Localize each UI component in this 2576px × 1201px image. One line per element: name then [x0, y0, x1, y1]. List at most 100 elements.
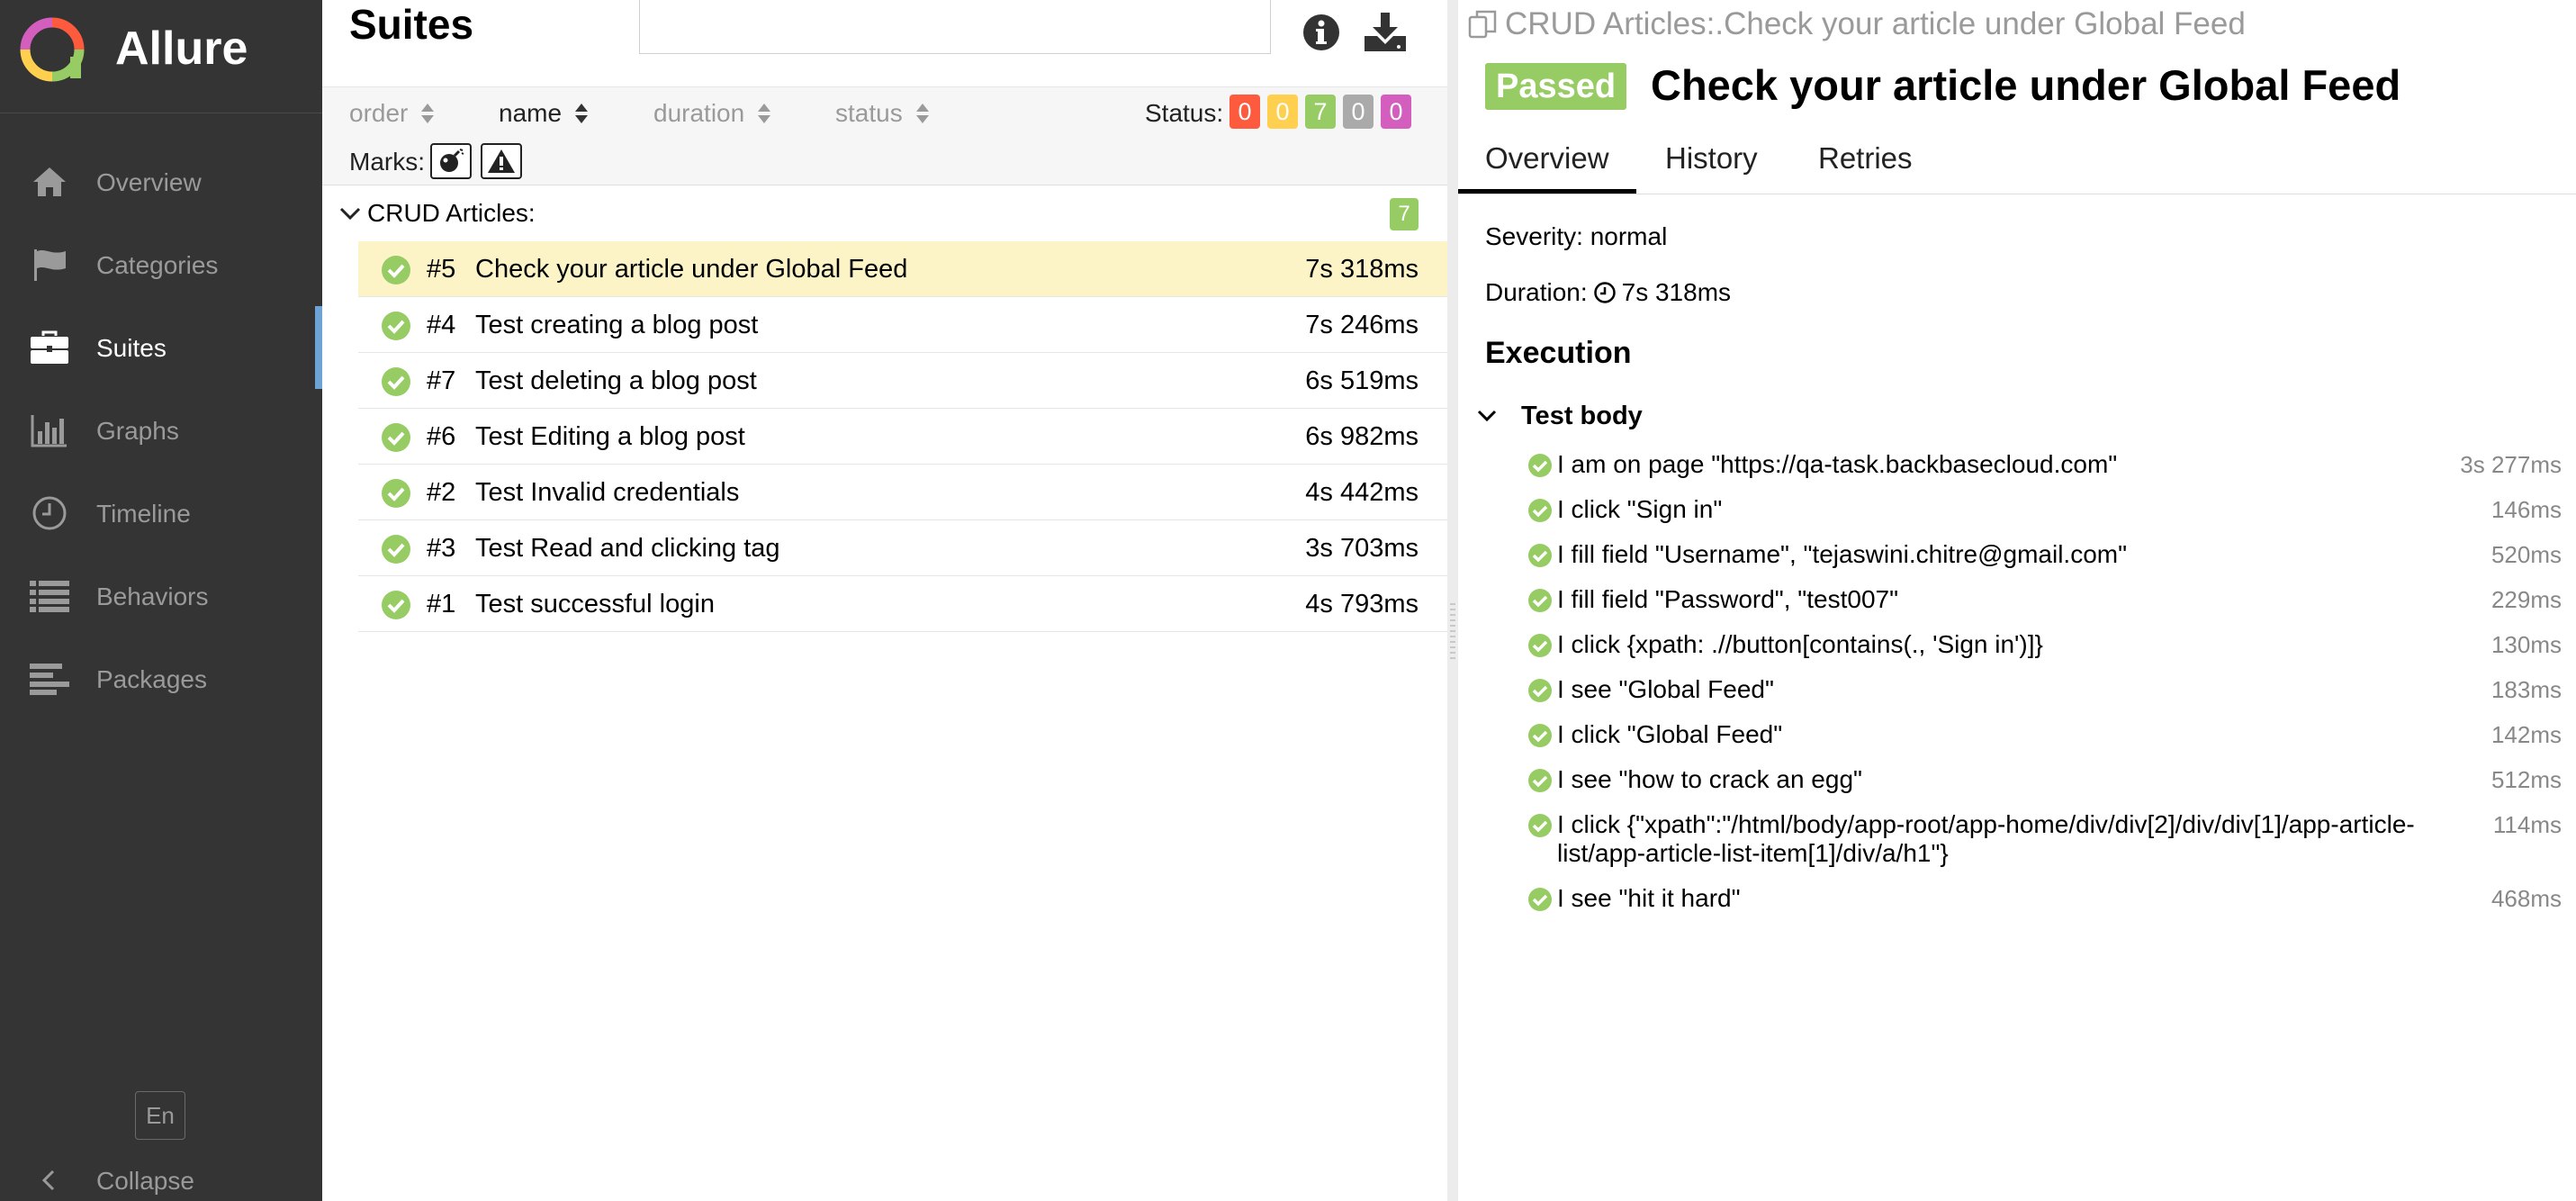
sort-icon: [915, 104, 929, 123]
test-row[interactable]: #2 Test Invalid credentials 4s 442ms: [358, 465, 1447, 520]
suites-pane: Suites order name duration status Status…: [322, 0, 1447, 1201]
step-duration: 114ms: [2492, 811, 2562, 838]
known-issue-mark-toggle[interactable]: [481, 143, 522, 179]
bar-chart-icon: [29, 410, 70, 451]
sidebar-item-graphs[interactable]: Graphs: [0, 389, 322, 472]
status-failed-toggle[interactable]: 0: [1229, 95, 1260, 129]
sidebar-item-behaviors[interactable]: Behaviors: [0, 555, 322, 637]
detail-tabs: Overview History Retries: [1458, 133, 2576, 194]
test-row[interactable]: #4 Test creating a blog post 7s 246ms: [358, 297, 1447, 353]
test-detail-pane: CRUD Articles:.Check your article under …: [1458, 0, 2576, 1201]
flaky-mark-toggle[interactable]: [430, 143, 472, 179]
step-row[interactable]: I see "Global Feed" 183ms: [1476, 675, 2576, 704]
sort-label: name: [499, 99, 563, 127]
step-row[interactable]: I fill field "Password", "test007" 229ms: [1476, 585, 2576, 614]
sidebar-item-timeline[interactable]: Timeline: [0, 472, 322, 555]
sort-label: order: [349, 99, 409, 127]
sort-duration[interactable]: duration: [653, 98, 771, 129]
step-duration: 468ms: [2490, 885, 2562, 912]
chevron-down-icon: [1477, 410, 1497, 422]
sidebar-item-categories[interactable]: Categories: [0, 223, 322, 306]
step-row[interactable]: I see "hit it hard" 468ms: [1476, 884, 2576, 913]
check-circle-icon: [1528, 679, 1552, 702]
sidebar-item-overview[interactable]: Overview: [0, 140, 322, 223]
step-duration: 229ms: [2490, 586, 2562, 613]
pane-splitter[interactable]: [1447, 0, 1458, 1201]
info-icon[interactable]: [1302, 13, 1341, 52]
test-row[interactable]: #7 Test deleting a blog post 6s 519ms: [358, 353, 1447, 409]
status-unknown-toggle[interactable]: 0: [1381, 95, 1411, 129]
step-duration: 3s 277ms: [2460, 451, 2562, 478]
collapse-button[interactable]: Collapse: [0, 1160, 322, 1201]
test-name: Test Read and clicking tag: [475, 534, 780, 563]
sidebar-item-label: Graphs: [96, 417, 179, 445]
step-text: I see "Global Feed": [1557, 675, 1774, 703]
tab-overview[interactable]: Overview: [1458, 140, 1635, 194]
status-broken-toggle[interactable]: 0: [1267, 95, 1298, 129]
step-row[interactable]: I click "Global Feed" 142ms: [1476, 720, 2576, 749]
check-circle-icon: [1528, 769, 1552, 792]
duration-field: Duration: 7s 318ms: [1485, 277, 1731, 308]
sidebar-item-label: Packages: [96, 665, 207, 693]
step-row[interactable]: I click "Sign in" 146ms: [1476, 495, 2576, 524]
test-id: #5: [427, 255, 456, 284]
search-input[interactable]: [639, 0, 1271, 54]
step-row[interactable]: I click {"xpath":"/html/body/app-root/ap…: [1476, 810, 2576, 868]
test-name: Test Invalid credentials: [475, 478, 740, 507]
step-text: I fill field "Username", "tejaswini.chit…: [1557, 540, 2128, 568]
splitter-grip[interactable]: [1450, 601, 1455, 659]
tab-history[interactable]: History: [1665, 140, 1758, 176]
sidebar-item-label: Suites: [96, 334, 167, 362]
step-duration: 520ms: [2490, 541, 2562, 568]
sort-order[interactable]: order: [349, 98, 435, 129]
step-row[interactable]: I am on page "https://qa-task.backbasecl…: [1476, 450, 2576, 479]
step-text: I click "Sign in": [1557, 495, 1723, 523]
status-passed-toggle[interactable]: 7: [1305, 95, 1336, 129]
tab-retries[interactable]: Retries: [1818, 140, 1913, 176]
align-left-icon: [29, 658, 70, 700]
test-body-toggle[interactable]: Test body: [1476, 398, 2576, 434]
status-skipped-toggle[interactable]: 0: [1343, 95, 1374, 129]
suite-group-count-badge: 7: [1390, 198, 1419, 230]
collapse-label: Collapse: [96, 1167, 194, 1195]
test-row[interactable]: #5 Check your article under Global Feed …: [358, 241, 1447, 297]
test-row[interactable]: #6 Test Editing a blog post 6s 982ms: [358, 409, 1447, 465]
download-icon[interactable]: [1363, 11, 1408, 52]
step-duration: 130ms: [2490, 631, 2562, 658]
test-row[interactable]: #1 Test successful login 4s 793ms: [358, 576, 1447, 632]
sort-label: status: [835, 99, 903, 127]
check-circle-icon: [1528, 454, 1552, 477]
check-circle-icon: [382, 312, 410, 340]
step-text: I fill field "Password", "test007": [1557, 585, 1899, 613]
step-duration: 512ms: [2490, 766, 2562, 793]
step-text: I click "Global Feed": [1557, 720, 1783, 748]
sort-name[interactable]: name: [499, 98, 589, 129]
sort-status[interactable]: status: [835, 98, 930, 129]
sidebar-item-suites[interactable]: Suites: [0, 306, 322, 389]
sidebar-item-label: Overview: [96, 168, 202, 196]
test-row[interactable]: #3 Test Read and clicking tag 3s 703ms: [358, 520, 1447, 576]
step-row[interactable]: I fill field "Username", "tejaswini.chit…: [1476, 540, 2576, 569]
sidebar-item-packages[interactable]: Packages: [0, 637, 322, 720]
test-name: Test Editing a blog post: [475, 422, 745, 451]
sidebar-item-label: Timeline: [96, 500, 191, 528]
marks-label: Marks:: [349, 148, 425, 176]
suite-group-row[interactable]: CRUD Articles: 7: [322, 185, 1447, 241]
copy-icon[interactable]: [1467, 9, 1498, 40]
test-duration: 7s 318ms: [1305, 255, 1419, 284]
check-circle-icon: [1528, 888, 1552, 911]
brand[interactable]: Allure: [0, 0, 322, 113]
step-row[interactable]: I see "how to crack an egg" 512ms: [1476, 765, 2576, 794]
check-circle-icon: [382, 591, 410, 619]
test-duration: 3s 703ms: [1305, 534, 1419, 563]
duration-label: Duration:: [1485, 278, 1588, 306]
suite-group-name: CRUD Articles:: [367, 199, 536, 227]
sidebar-item-label: Categories: [96, 251, 219, 279]
language-button[interactable]: En: [135, 1091, 185, 1140]
step-text: I click {xpath: .//button[contains(., 'S…: [1557, 630, 2043, 658]
step-text: I click {"xpath":"/html/body/app-root/ap…: [1557, 810, 2415, 867]
step-row[interactable]: I click {xpath: .//button[contains(., 'S…: [1476, 630, 2576, 659]
breadcrumb-text: CRUD Articles:.Check your article under …: [1505, 6, 2246, 41]
home-icon: [29, 161, 70, 203]
test-id: #2: [427, 478, 456, 507]
